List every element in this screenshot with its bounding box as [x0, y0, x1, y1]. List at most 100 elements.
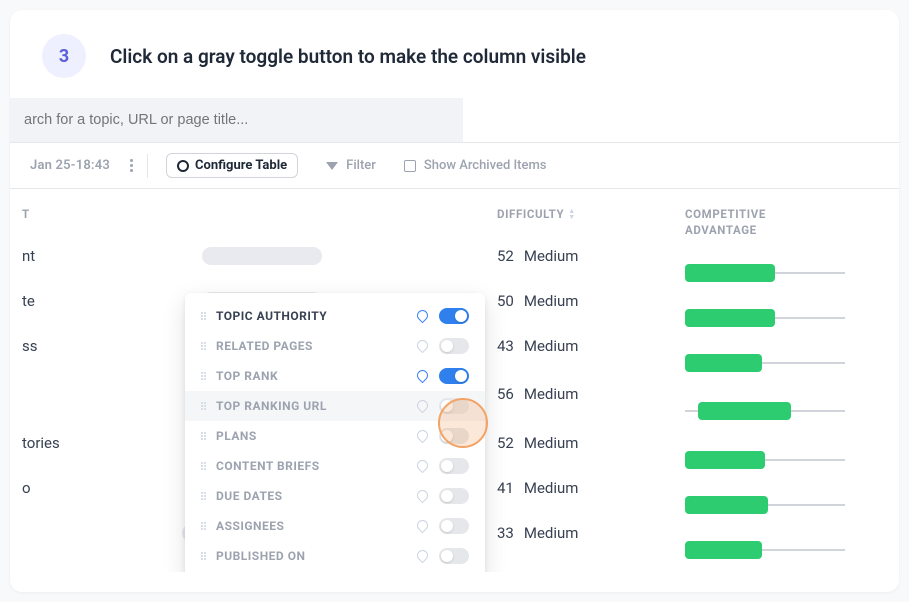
drag-handle-icon[interactable]	[201, 522, 206, 530]
difficulty-label: Medium	[524, 385, 579, 403]
column-option-label: PLANS	[216, 429, 405, 443]
column-option[interactable]: RELATED PAGES	[185, 331, 485, 361]
search-input[interactable]	[10, 98, 463, 142]
column-visibility-toggle[interactable]	[439, 548, 469, 564]
col-header-topic: T	[10, 189, 168, 233]
column-visibility-toggle[interactable]	[439, 398, 469, 414]
advantage-track	[685, 410, 845, 412]
drag-handle-icon[interactable]	[201, 372, 206, 380]
difficulty-cell: 52 Medium	[483, 420, 671, 465]
drag-handle-icon[interactable]	[201, 432, 206, 440]
drag-handle-icon[interactable]	[201, 342, 206, 350]
row-name[interactable]: te	[10, 278, 168, 323]
topic-authority-bar	[202, 247, 322, 265]
drag-handle-icon[interactable]	[201, 462, 206, 470]
row-name[interactable]: tories	[10, 420, 168, 465]
pin-icon[interactable]	[415, 309, 429, 323]
filter-button[interactable]: Filter	[316, 158, 386, 173]
drag-handle-icon[interactable]	[201, 492, 206, 500]
advantage-track	[685, 549, 845, 551]
column-option-label: CONTENT BRIEFS	[216, 459, 405, 473]
step-number-badge: 3	[42, 34, 86, 78]
configure-segment: Configure Table	[156, 153, 308, 178]
row-mid	[168, 233, 483, 278]
archive-icon	[404, 160, 416, 172]
advantage-cell	[671, 385, 899, 437]
sort-icon: ▲▼	[568, 208, 576, 220]
column-option[interactable]: TOP RANKING URL	[185, 391, 485, 421]
row-name[interactable]	[10, 368, 168, 420]
row-name[interactable]: o	[10, 465, 168, 510]
difficulty-value: 52	[497, 434, 514, 452]
configure-table-button[interactable]: Configure Table	[166, 153, 298, 178]
column-visibility-toggle[interactable]	[439, 308, 469, 324]
column-option[interactable]: CONTENT BRIEFS	[185, 451, 485, 481]
column-option[interactable]: PUBLISHED ON	[185, 541, 485, 571]
pin-icon[interactable]	[415, 549, 429, 563]
column-option-label: TOP RANK	[216, 369, 405, 383]
snapshot-date-text: Jan 25-18:43	[30, 158, 110, 173]
screenshot-area: Jan 25-18:43 Configure Table Filter Show…	[10, 98, 899, 572]
column-visibility-toggle[interactable]	[439, 368, 469, 384]
pin-icon[interactable]	[415, 369, 429, 383]
col-header-advantage[interactable]: COMPETITIVEADVANTAGE	[671, 189, 899, 250]
column-option[interactable]: TOPIC AUTHORITY	[185, 301, 485, 331]
column-visibility-toggle[interactable]	[439, 428, 469, 444]
filter-label: Filter	[346, 158, 376, 173]
column-option-label: PUBLISHED ON	[216, 549, 405, 563]
advantage-bar	[685, 451, 765, 469]
difficulty-label: Medium	[524, 247, 579, 265]
snapshot-date[interactable]: Jan 25-18:43	[10, 154, 148, 178]
column-option-label: TOP RANKING URL	[216, 399, 405, 413]
drag-handle-icon[interactable]	[201, 312, 206, 320]
row-name[interactable]: nt	[10, 233, 168, 278]
advantage-cell	[671, 437, 899, 482]
pin-icon[interactable]	[415, 489, 429, 503]
advantage-track	[685, 272, 845, 274]
advantage-bar	[685, 264, 775, 282]
row-name[interactable]: ss	[10, 323, 168, 368]
column-visibility-toggle[interactable]	[439, 338, 469, 354]
pin-icon[interactable]	[415, 339, 429, 353]
col-header-difficulty[interactable]: DIFFICULTY ▲▼	[483, 189, 671, 233]
pin-icon[interactable]	[415, 459, 429, 473]
difficulty-cell: 56 Medium	[483, 368, 671, 420]
advantage-bar	[685, 354, 762, 372]
difficulty-value: 56	[497, 385, 514, 403]
column-visibility-toggle[interactable]	[439, 518, 469, 534]
drag-handle-icon[interactable]	[201, 552, 206, 560]
column-option[interactable]: DUE DATES	[185, 481, 485, 511]
kebab-icon[interactable]	[130, 159, 133, 172]
advantage-cell	[671, 527, 899, 572]
pin-icon[interactable]	[415, 519, 429, 533]
difficulty-value: 33	[497, 524, 514, 542]
row-name[interactable]	[10, 510, 168, 555]
advantage-bar	[698, 402, 791, 420]
show-archived-button[interactable]: Show Archived Items	[394, 158, 557, 173]
search-row	[10, 98, 899, 142]
filter-icon	[326, 162, 338, 170]
advantage-track	[685, 504, 845, 506]
advantage-track	[685, 459, 845, 461]
advantage-track	[685, 362, 845, 364]
advantage-bar	[685, 541, 762, 559]
column-option[interactable]: TOP RANK	[185, 361, 485, 391]
column-visibility-toggle[interactable]	[439, 458, 469, 474]
advantage-cell	[671, 250, 899, 295]
col-names: T nttess torieso	[10, 189, 168, 572]
drag-handle-icon[interactable]	[201, 402, 206, 410]
step-header: 3 Click on a gray toggle button to make …	[10, 10, 899, 98]
advantage-track	[685, 317, 845, 319]
col-header-blank	[168, 189, 483, 233]
advantage-cell	[671, 482, 899, 527]
archived-label: Show Archived Items	[424, 158, 547, 173]
difficulty-label: Medium	[524, 479, 579, 497]
pin-icon[interactable]	[415, 399, 429, 413]
column-visibility-toggle[interactable]	[439, 488, 469, 504]
column-option[interactable]: ASSIGNEES	[185, 511, 485, 541]
column-option[interactable]: PLANS	[185, 421, 485, 451]
difficulty-value: 41	[497, 479, 514, 497]
pin-icon[interactable]	[415, 429, 429, 443]
difficulty-label: Medium	[524, 337, 579, 355]
table-toolbar: Jan 25-18:43 Configure Table Filter Show…	[10, 142, 899, 189]
